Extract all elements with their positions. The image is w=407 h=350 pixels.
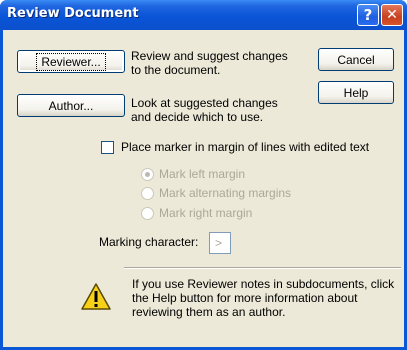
reviewer-button-label: Reviewer... [36,52,106,71]
review-document-dialog: Review Document ? ✕ Reviewer... Review a… [0,0,407,350]
place-marker-checkbox[interactable] [101,141,114,154]
warning-icon [81,283,111,310]
radio-mark-left-margin[interactable] [141,168,154,181]
author-button[interactable]: Author... [17,94,125,117]
mark-right-margin-label: Mark right margin [159,206,253,220]
mark-alternating-margins-label: Mark alternating margins [159,186,292,200]
separator [124,267,401,269]
cancel-button-label: Cancel [337,52,375,67]
cancel-button[interactable]: Cancel [318,48,394,71]
mark-left-margin-label: Mark left margin [159,167,246,181]
marking-character-input[interactable]: > [209,232,231,254]
dialog-body: Reviewer... Review and suggest changes t… [3,30,404,347]
author-description: Look at suggested changes and decide whi… [131,96,278,124]
author-button-label: Author... [48,98,94,113]
help-button-label: Help [343,85,369,100]
help-button[interactable]: Help [318,81,394,104]
radio-mark-right-margin[interactable] [141,207,154,220]
info-message: If you use Reviewer notes in subdocument… [132,277,395,319]
reviewer-button[interactable]: Reviewer... [17,50,125,73]
radio-mark-alternating-margins[interactable] [141,187,154,200]
window-title: Review Document [7,6,139,21]
marking-character-label: Marking character: [99,235,199,249]
reviewer-description: Review and suggest changes to the docume… [131,49,288,77]
place-marker-label[interactable]: Place marker in margin of lines with edi… [121,140,369,154]
title-close-button[interactable]: ✕ [381,4,403,26]
title-help-button[interactable]: ? [357,4,379,26]
title-bar[interactable]: Review Document ? ✕ [0,0,407,30]
